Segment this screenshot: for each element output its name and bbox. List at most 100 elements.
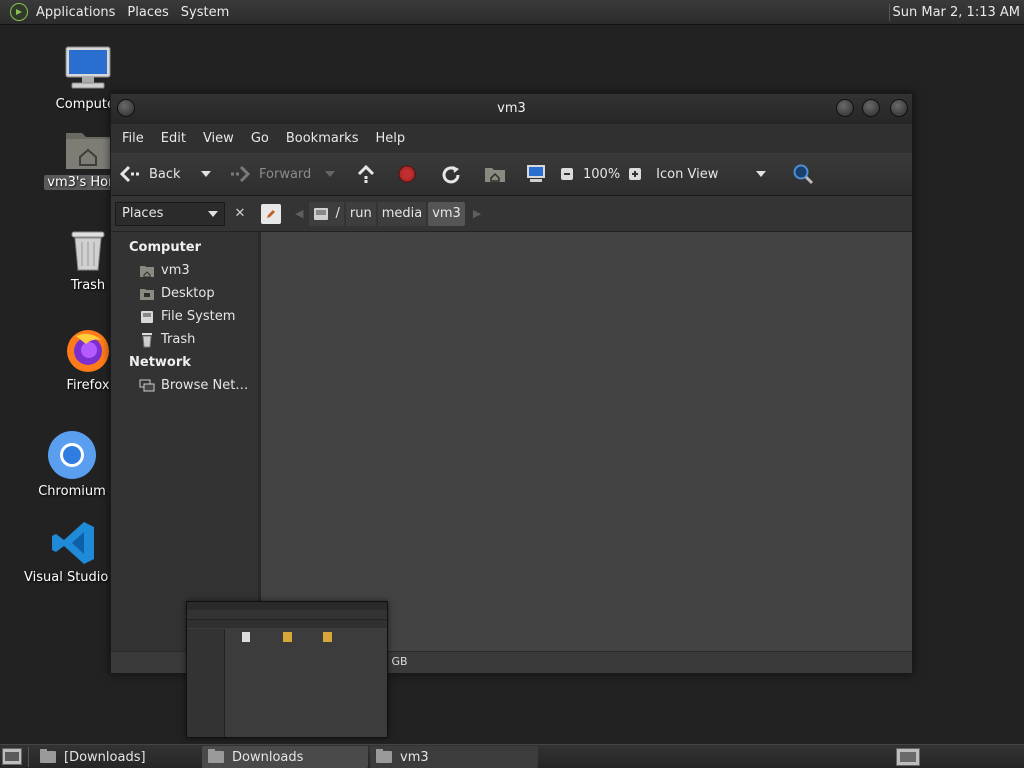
window-menu-button[interactable]: [117, 99, 135, 117]
workspace-icon: [900, 752, 916, 762]
applications-menu[interactable]: Applications: [30, 0, 121, 25]
up-button[interactable]: [349, 159, 383, 189]
zoom-in-button[interactable]: [624, 159, 646, 189]
sidebar-item-label: Trash: [161, 332, 196, 347]
back-button[interactable]: Back: [119, 159, 197, 189]
top-panel: Applications Places System Sun Mar 2, 1:…: [0, 0, 1024, 25]
clock[interactable]: Sun Mar 2, 1:13 AM: [893, 0, 1021, 25]
up-arrow-icon: [357, 164, 375, 183]
show-desktop-button[interactable]: [2, 748, 22, 765]
chevron-down-icon: [201, 171, 211, 177]
sidebar-item-vm3[interactable]: vm3: [111, 259, 258, 282]
system-menu[interactable]: System: [175, 0, 235, 25]
workspace-switcher[interactable]: [896, 748, 920, 766]
search-button[interactable]: [788, 159, 818, 189]
sidebar-header-computer: Computer: [129, 240, 202, 255]
chevron-down-icon: [756, 171, 767, 177]
zoom-out-button[interactable]: [557, 159, 577, 189]
breadcrumb-vm3[interactable]: vm3: [428, 201, 465, 226]
network-icon: [139, 378, 155, 394]
breadcrumb-root-label: /: [335, 206, 340, 221]
panel-separator: [889, 4, 890, 21]
thumbnail-file-icon: [242, 632, 250, 642]
computer-icon: [527, 165, 545, 182]
sidebar-item-label: vm3: [161, 263, 190, 278]
folder-icon: [208, 749, 224, 763]
thumbnail-locbar: [187, 620, 387, 628]
places-sidebar: Computer vm3 Desktop File System Trash N…: [111, 232, 261, 651]
menu-file[interactable]: File: [115, 131, 151, 146]
sidebar-item-label: File System: [161, 309, 236, 324]
menu-edit[interactable]: Edit: [154, 131, 193, 146]
menu-help[interactable]: Help: [368, 131, 412, 146]
breadcrumb-root[interactable]: /: [309, 201, 344, 226]
mint-logo-icon[interactable]: [10, 3, 28, 21]
task-label: [Downloads]: [64, 749, 146, 765]
sidebar-item-label: Browse Net…: [161, 378, 249, 393]
reload-button[interactable]: [431, 159, 471, 189]
file-manager-window[interactable]: vm3 File Edit View Go Bookmarks Help Bac…: [110, 93, 913, 674]
stop-button[interactable]: [387, 159, 427, 189]
window-thumbnail-preview[interactable]: [186, 601, 388, 738]
sidebar-pane-label: Places: [122, 206, 164, 221]
task-downloads[interactable]: Downloads: [202, 746, 368, 768]
breadcrumb-vm3-label: vm3: [432, 206, 461, 221]
breadcrumb-left-arrow-icon[interactable]: ◀: [295, 207, 303, 220]
sidebar-item-trash[interactable]: Trash: [111, 328, 258, 351]
minimize-button[interactable]: [836, 99, 854, 117]
location-bar: Places ✕ ◀ / run media vm3 ▶: [111, 196, 912, 232]
forward-arrow-icon: [231, 165, 251, 183]
firefox-icon: [67, 330, 109, 372]
zoom-level[interactable]: 100%: [583, 159, 620, 189]
places-menu[interactable]: Places: [121, 0, 174, 25]
thumbnail-menubar: [187, 602, 387, 610]
sidebar-item-filesystem[interactable]: File System: [111, 305, 258, 328]
window-body: Computer vm3 Desktop File System Trash N…: [111, 232, 912, 651]
chromium-icon: [48, 431, 96, 479]
menu-go[interactable]: Go: [244, 131, 276, 146]
sidebar-item-browse-network[interactable]: Browse Net…: [111, 374, 258, 397]
vscode-icon: [52, 522, 94, 564]
trash-icon: [71, 231, 105, 271]
home-button[interactable]: [475, 159, 515, 189]
chevron-down-icon: [325, 171, 335, 177]
breadcrumb-media[interactable]: media: [377, 201, 427, 226]
file-view-area[interactable]: [261, 232, 912, 651]
zoom-in-icon: [629, 168, 642, 180]
sidebar-item-desktop[interactable]: Desktop: [111, 282, 258, 305]
thumbnail-sidebar: [187, 629, 225, 737]
sidebar-pane-select[interactable]: Places: [115, 201, 225, 226]
view-mode-dropdown[interactable]: [756, 159, 776, 189]
breadcrumb-right-arrow-icon[interactable]: ▶: [473, 207, 481, 220]
edit-location-button[interactable]: [261, 203, 281, 224]
menu-bookmarks[interactable]: Bookmarks: [279, 131, 366, 146]
task-downloads-minimized[interactable]: [Downloads]: [34, 746, 200, 768]
back-label: Back: [149, 166, 181, 182]
maximize-button[interactable]: [862, 99, 880, 117]
home-icon: [485, 168, 505, 182]
breadcrumb-run-label: run: [349, 206, 372, 221]
filesystem-icon: [139, 309, 155, 325]
back-history-dropdown[interactable]: [201, 159, 221, 189]
search-icon: [793, 164, 814, 185]
forward-label: Forward: [259, 166, 312, 182]
computer-button[interactable]: [519, 159, 553, 189]
close-button[interactable]: [890, 99, 908, 117]
chevron-down-icon: [208, 210, 218, 217]
trash-icon: [139, 332, 155, 348]
view-mode-select[interactable]: Icon View: [656, 159, 752, 189]
desktop-icon-chromium[interactable]: Chromium: [22, 430, 122, 499]
menu-view[interactable]: View: [196, 131, 241, 146]
forward-button[interactable]: Forward: [229, 159, 321, 189]
thumbnail-archive-icon: [283, 632, 292, 642]
breadcrumb-run[interactable]: run: [345, 201, 376, 226]
reload-icon: [442, 166, 460, 184]
window-titlebar[interactable]: vm3: [111, 94, 912, 124]
computer-icon: [65, 46, 111, 89]
close-sidebar-icon[interactable]: ✕: [231, 205, 249, 223]
menubar: File Edit View Go Bookmarks Help: [111, 124, 912, 153]
forward-history-dropdown[interactable]: [325, 159, 345, 189]
back-arrow-icon: [119, 165, 139, 183]
task-vm3[interactable]: vm3: [370, 746, 538, 768]
desktop-icon-vscode[interactable]: Visual Studio Code: [24, 520, 146, 585]
